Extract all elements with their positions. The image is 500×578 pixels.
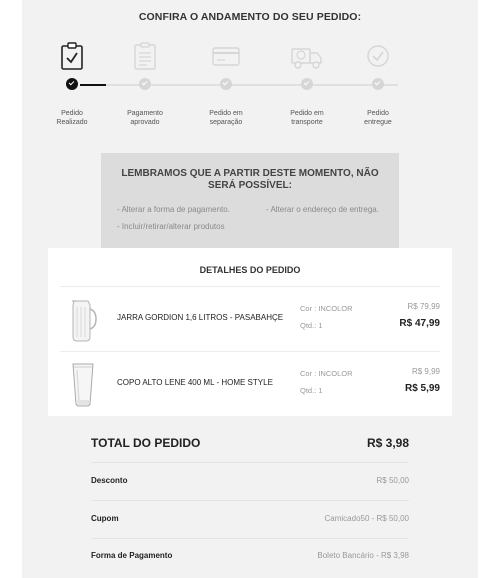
step-label: Pedido entregue	[364, 110, 392, 126]
discount-label: Desconto	[91, 476, 128, 485]
check-circle-icon	[367, 45, 389, 67]
step-dot-pending	[220, 78, 232, 90]
product-color: Cor : INCOLOR	[300, 304, 353, 313]
divider	[91, 538, 409, 539]
total-label: TOTAL DO PEDIDO	[91, 436, 201, 450]
notice-title: LEMBRAMOS QUE A PARTIR DESTE MOMENTO, NÃ…	[121, 168, 379, 191]
details-title: DETALHES DO PEDIDO	[199, 265, 301, 275]
step-label: Pedido em transporte	[290, 110, 324, 126]
notice-item: - Incluir/retirar/alterar produtos	[117, 222, 225, 231]
notice-item: - Alterar a forma de pagamento.	[117, 205, 230, 214]
product-old-price: R$ 79,99	[407, 302, 440, 311]
product-name[interactable]: JARRA GORDION 1,6 LITROS - PASABAHÇE	[117, 313, 283, 322]
order-progress-tracker: Pedido Realizado Pagamento aprovado Pedi…	[22, 38, 478, 138]
product-color: Cor : INCOLOR	[300, 369, 353, 378]
step-dot-pending	[139, 78, 151, 90]
progress-track-done	[80, 84, 106, 86]
progress-title: CONFIRA O ANDAMENTO DO SEU PEDIDO:	[138, 11, 362, 23]
divider	[91, 500, 409, 501]
product-quantity: Qtd.: 1	[300, 321, 323, 330]
product-price: R$ 47,99	[399, 318, 440, 329]
tall-glass-icon	[72, 363, 94, 407]
divider	[60, 286, 440, 287]
delivery-truck-icon	[291, 48, 322, 69]
coupon-value: Camicado50 - R$ 50,00	[324, 514, 410, 523]
document-list-icon	[134, 42, 156, 70]
step-label: Pedido em separação	[209, 110, 243, 126]
discount-value: R$ 50,00	[376, 476, 409, 485]
order-details-panel: DETALHES DO PEDIDO JARRA GORDION 1,6 LIT…	[48, 248, 452, 416]
step-label: Pedido Realizado	[56, 110, 88, 126]
payment-method-label: Forma de Pagamento	[91, 551, 173, 560]
clipboard-check-icon	[61, 42, 83, 70]
order-status-page: CONFIRA O ANDAMENTO DO SEU PEDIDO: Pedid…	[22, 0, 478, 578]
restrictions-notice: LEMBRAMOS QUE A PARTIR DESTE MOMENTO, NÃ…	[101, 153, 399, 248]
divider	[91, 462, 409, 463]
payment-method-value: Boleto Bancário - R$ 3,98	[317, 551, 409, 560]
coupon-label: Cupom	[91, 514, 119, 523]
product-price: R$ 5,99	[404, 383, 440, 394]
product-old-price: R$ 9,99	[411, 367, 440, 376]
step-dot-pending	[301, 78, 313, 90]
notice-item: - Alterar o endereço de entrega.	[266, 205, 379, 214]
credit-card-icon	[212, 47, 240, 66]
divider	[60, 351, 440, 352]
product-name[interactable]: COPO ALTO LENE 400 ML - HOME STYLE	[117, 378, 273, 387]
step-dot-pending	[372, 78, 384, 90]
product-quantity: Qtd.: 1	[300, 386, 323, 395]
total-value: R$ 3,98	[366, 436, 409, 450]
glass-jar-icon	[72, 300, 97, 342]
product-row: COPO ALTO LENE 400 ML - HOME STYLE Cor :…	[48, 356, 452, 416]
step-label: Pagamento aprovado	[127, 110, 163, 126]
product-row: JARRA GORDION 1,6 LITROS - PASABAHÇE Cor…	[48, 291, 452, 351]
step-dot-done	[66, 78, 78, 90]
